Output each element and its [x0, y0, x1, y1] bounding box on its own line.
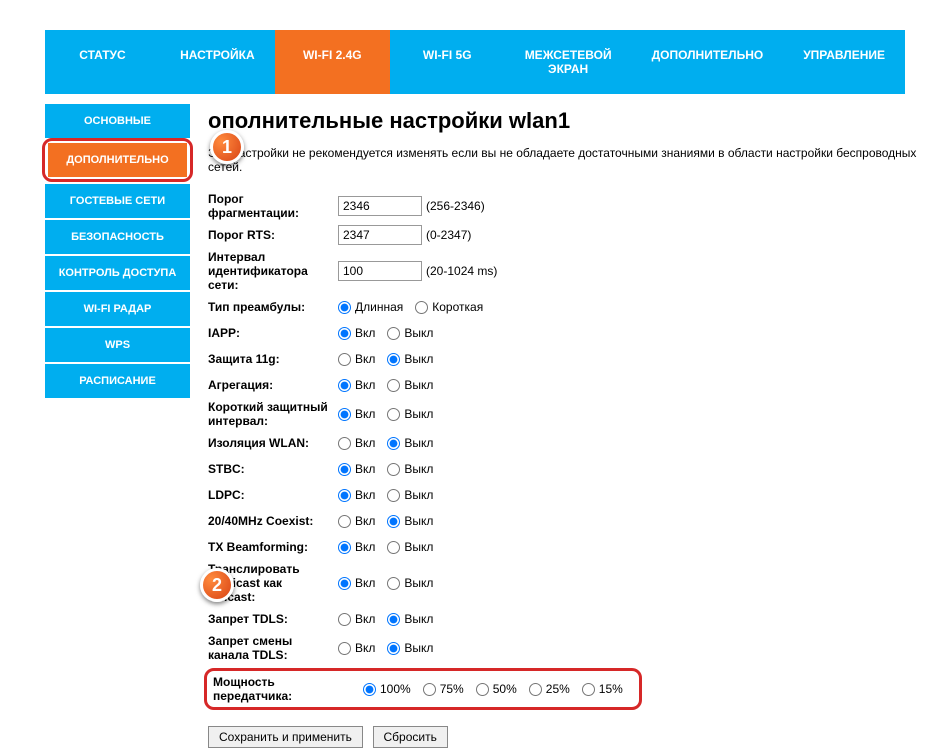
mc2uc-opt-0[interactable]: Вкл: [338, 576, 375, 590]
beacon-label: Интервал идентификатора сети:: [208, 250, 338, 292]
frag-input[interactable]: [338, 196, 422, 216]
ldpc-label: LDPC:: [208, 488, 338, 502]
iapp-opt-1[interactable]: Выкл: [387, 326, 433, 340]
power-opt-2[interactable]: 50%: [476, 682, 517, 696]
isolation-opt-1[interactable]: Выкл: [387, 436, 433, 450]
coex-opt-0[interactable]: Вкл: [338, 514, 375, 528]
prot11g-opt-0[interactable]: Вкл: [338, 352, 375, 366]
callout-badge-1: 1: [210, 130, 244, 164]
tab-6[interactable]: УПРАВЛЕНИЕ: [783, 30, 905, 94]
shortgi-opt-0[interactable]: Вкл: [338, 407, 375, 421]
sidebar-item-6[interactable]: WPS: [45, 328, 190, 362]
tdls_ch-label: Запрет смены канала TDLS:: [208, 634, 338, 662]
txbf-opt-0[interactable]: Вкл: [338, 540, 375, 554]
power-opt-3[interactable]: 25%: [529, 682, 570, 696]
sidebar-item-0[interactable]: ОСНОВНЫЕ: [45, 104, 190, 138]
tdls-opt-0[interactable]: Вкл: [338, 612, 375, 626]
tab-1[interactable]: НАСТРОЙКА: [160, 30, 275, 94]
beacon-input[interactable]: [338, 261, 422, 281]
tdls_ch-opt-1[interactable]: Выкл: [387, 641, 433, 655]
stbc-label: STBC:: [208, 462, 338, 476]
coex-opt-1[interactable]: Выкл: [387, 514, 433, 528]
coex-label: 20/40MHz Coexist:: [208, 514, 338, 528]
frag-label: Порог фрагментации:: [208, 192, 338, 220]
rts-hint: (0-2347): [426, 228, 471, 242]
tab-2[interactable]: WI-FI 2.4G: [275, 30, 390, 94]
txbf-opt-1[interactable]: Выкл: [387, 540, 433, 554]
aggr-opt-0[interactable]: Вкл: [338, 378, 375, 392]
tab-4[interactable]: МЕЖСЕТЕВОЙ ЭКРАН: [505, 30, 632, 94]
power-opt-0[interactable]: 100%: [363, 682, 411, 696]
isolation-label: Изоляция WLAN:: [208, 436, 338, 450]
tab-0[interactable]: СТАТУС: [45, 30, 160, 94]
prot11g-opt-1[interactable]: Выкл: [387, 352, 433, 366]
rts-label: Порог RTS:: [208, 228, 338, 242]
sidebar-item-7[interactable]: РАСПИСАНИЕ: [45, 364, 190, 398]
power-opt-4[interactable]: 15%: [582, 682, 623, 696]
ldpc-opt-0[interactable]: Вкл: [338, 488, 375, 502]
shortgi-opt-1[interactable]: Выкл: [387, 407, 433, 421]
main-content: ополнительные настройки wlan1 Эти настро…: [190, 104, 950, 748]
page-description: Эти настройки не рекомендуется изменять …: [208, 146, 950, 174]
top-nav: СТАТУСНАСТРОЙКАWI-FI 2.4GWI-FI 5GМЕЖСЕТЕ…: [45, 30, 905, 94]
power-opt-1[interactable]: 75%: [423, 682, 464, 696]
tdls-label: Запрет TDLS:: [208, 612, 338, 626]
prot11g-label: Защита 11g:: [208, 352, 338, 366]
rts-input[interactable]: [338, 225, 422, 245]
callout-badge-2: 2: [200, 568, 234, 602]
tdls-opt-1[interactable]: Выкл: [387, 612, 433, 626]
preamble-label: Тип преамбулы:: [208, 300, 338, 314]
stbc-opt-0[interactable]: Вкл: [338, 462, 375, 476]
preamble-opt-0[interactable]: Длинная: [338, 300, 403, 314]
sidebar-item-4[interactable]: КОНТРОЛЬ ДОСТУПА: [45, 256, 190, 290]
preamble-opt-1[interactable]: Короткая: [415, 300, 483, 314]
page-title: ополнительные настройки wlan1: [208, 108, 950, 134]
aggr-label: Агрегация:: [208, 378, 338, 392]
iapp-opt-0[interactable]: Вкл: [338, 326, 375, 340]
frag-hint: (256-2346): [426, 199, 485, 213]
power-highlight: Мощность передатчика: 100% 75% 50% 25% 15%: [204, 668, 642, 710]
sidebar-item-3[interactable]: БЕЗОПАСНОСТЬ: [45, 220, 190, 254]
beacon-hint: (20-1024 ms): [426, 264, 497, 278]
sidebar-item-5[interactable]: WI-FI РАДАР: [45, 292, 190, 326]
save-button[interactable]: Сохранить и применить: [208, 726, 363, 748]
power-label: Мощность передатчика:: [213, 675, 363, 703]
sidebar: ОСНОВНЫЕ ДОПОЛНИТЕЛЬНО ГОСТЕВЫЕ СЕТИБЕЗОПА…: [45, 104, 190, 748]
sidebar-item-2[interactable]: ГОСТЕВЫЕ СЕТИ: [45, 184, 190, 218]
stbc-opt-1[interactable]: Выкл: [387, 462, 433, 476]
sidebar-item-1[interactable]: ДОПОЛНИТЕЛЬНО: [48, 143, 187, 177]
tdls_ch-opt-0[interactable]: Вкл: [338, 641, 375, 655]
iapp-label: IAPP:: [208, 326, 338, 340]
txbf-label: TX Beamforming:: [208, 540, 338, 554]
tab-5[interactable]: ДОПОЛНИТЕЛЬНО: [632, 30, 784, 94]
tab-3[interactable]: WI-FI 5G: [390, 30, 505, 94]
isolation-opt-0[interactable]: Вкл: [338, 436, 375, 450]
shortgi-label: Короткий защитный интервал:: [208, 400, 338, 428]
aggr-opt-1[interactable]: Выкл: [387, 378, 433, 392]
ldpc-opt-1[interactable]: Выкл: [387, 488, 433, 502]
reset-button[interactable]: Сбросить: [373, 726, 448, 748]
mc2uc-opt-1[interactable]: Выкл: [387, 576, 433, 590]
sidebar-highlight: ДОПОЛНИТЕЛЬНО: [42, 138, 193, 182]
